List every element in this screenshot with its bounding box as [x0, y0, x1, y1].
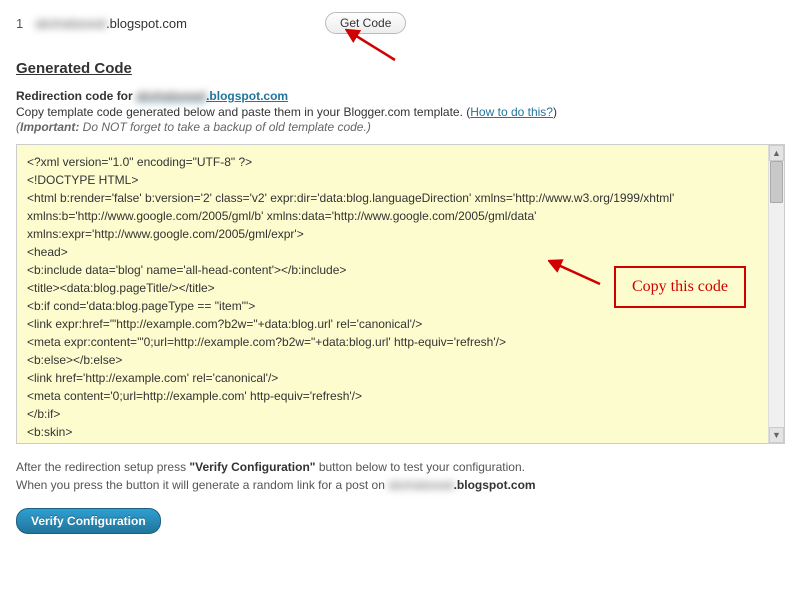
- section-title: Generated Code: [16, 60, 785, 77]
- redirection-domain-link[interactable]: akshalaswal.blogspot.com: [136, 89, 288, 103]
- scroll-track[interactable]: [769, 161, 784, 427]
- blurred-subdomain: akshalaswal: [136, 89, 206, 103]
- get-code-button[interactable]: Get Code: [325, 12, 406, 34]
- generated-code-textarea[interactable]: <?xml version="1.0" encoding="UTF-8" ?> …: [17, 145, 768, 443]
- important-note: (Important: Do NOT forget to take a back…: [16, 120, 785, 134]
- list-number: 1: [16, 16, 23, 31]
- scroll-down-arrow[interactable]: ▼: [769, 427, 784, 443]
- top-row: 1 akshalaswal.blogspot.com Get Code: [16, 12, 785, 34]
- redirection-prefix: Redirection code for: [16, 89, 136, 103]
- blog-domain: akshalaswal.blogspot.com: [35, 16, 187, 31]
- after-instructions: After the redirection setup press "Verif…: [16, 458, 785, 494]
- domain-suffix: .blogspot.com: [206, 89, 288, 103]
- howto-link[interactable]: How to do this?: [470, 105, 553, 119]
- scroll-thumb[interactable]: [770, 161, 783, 203]
- instruction-text: Copy template code generated below and p…: [16, 105, 785, 119]
- blurred-subdomain: akshalaswal: [35, 16, 106, 31]
- blurred-subdomain: akshalaswal: [388, 478, 453, 492]
- scroll-up-arrow[interactable]: ▲: [769, 145, 784, 161]
- domain-suffix: .blogspot.com: [106, 16, 187, 31]
- redirection-label: Redirection code for akshalaswal.blogspo…: [16, 89, 785, 103]
- verify-configuration-button[interactable]: Verify Configuration: [16, 508, 161, 534]
- scrollbar[interactable]: ▲ ▼: [768, 145, 784, 443]
- code-box: <?xml version="1.0" encoding="UTF-8" ?> …: [16, 144, 785, 444]
